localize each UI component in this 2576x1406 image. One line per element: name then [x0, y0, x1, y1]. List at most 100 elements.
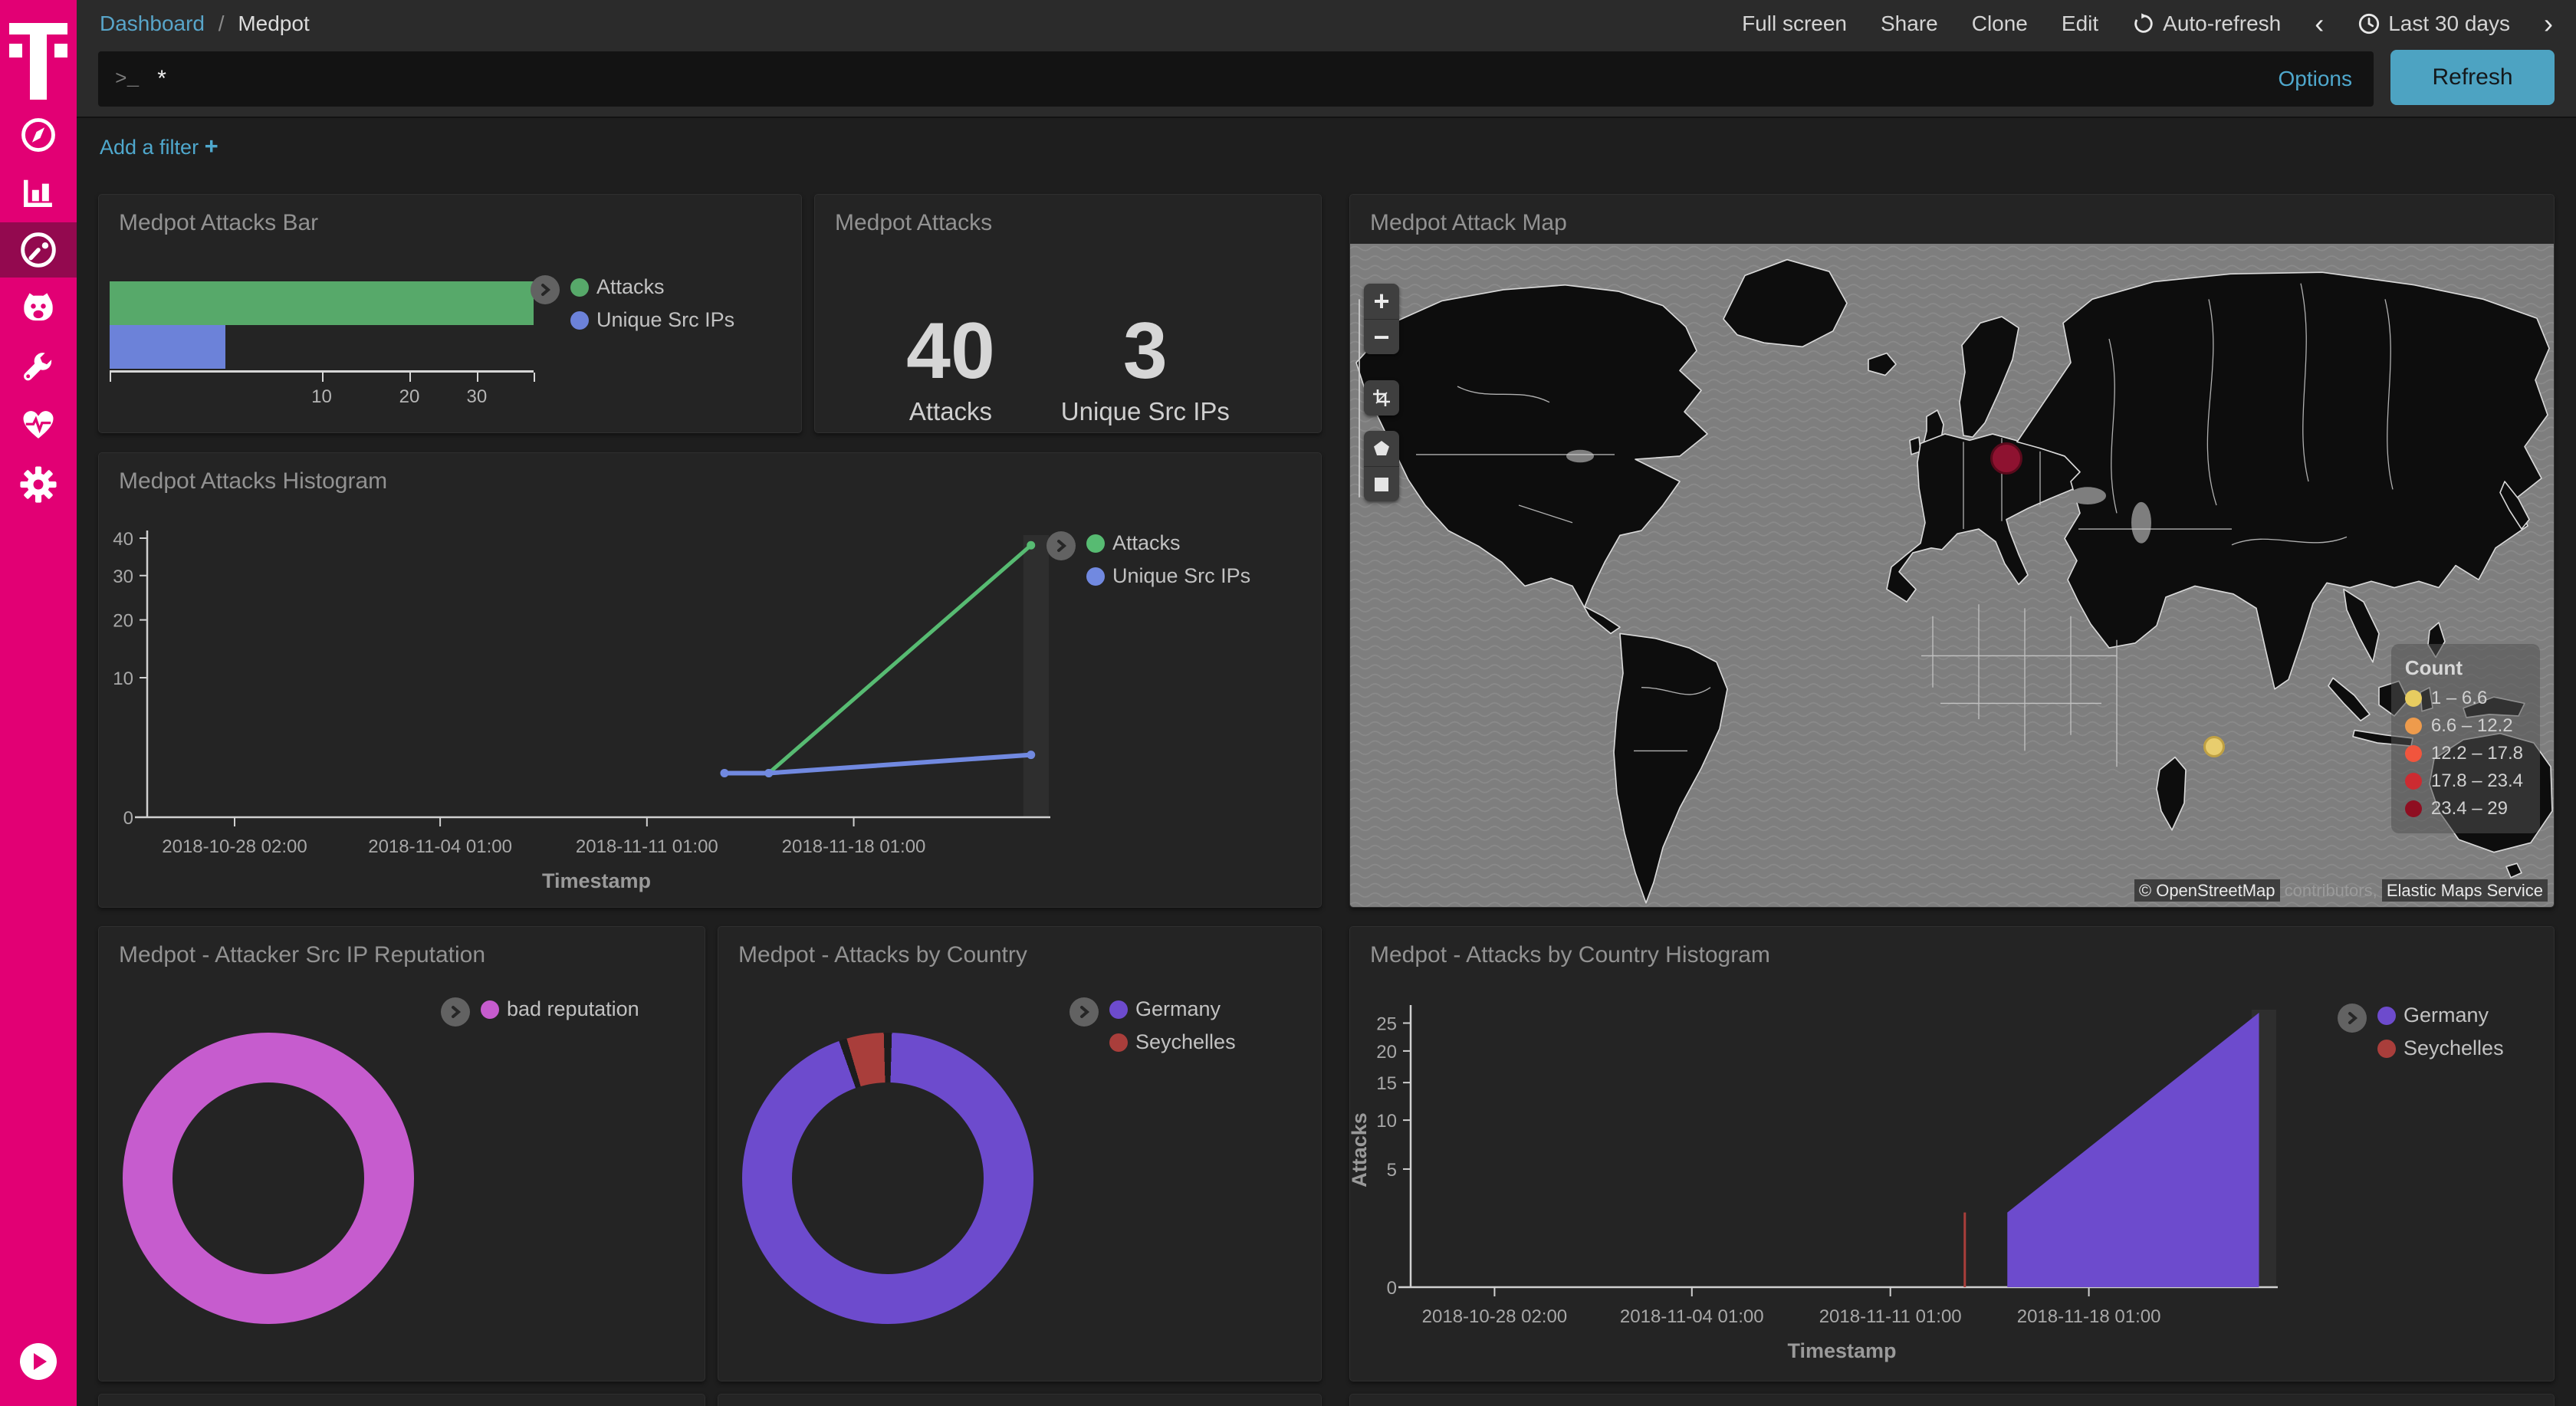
share-button[interactable]: Share — [1881, 11, 1938, 36]
square-icon — [1372, 475, 1391, 494]
compass-icon — [18, 115, 58, 155]
search-query-value: * — [157, 66, 166, 92]
legend-row: 6.6 – 12.2 — [2405, 715, 2523, 737]
svg-text:2018-10-28 02:00: 2018-10-28 02:00 — [1422, 1306, 1568, 1327]
legend-collapse-button[interactable] — [1046, 531, 1076, 560]
legend: Attacks Unique Src IPs — [1046, 531, 1250, 588]
add-filter-link[interactable]: Add a filter + — [100, 133, 219, 160]
attack-dot[interactable] — [2203, 736, 2225, 757]
time-back-button[interactable]: ‹ — [2315, 10, 2324, 38]
time-range-button[interactable]: Last 30 days — [2358, 11, 2510, 36]
legend-item-attacks[interactable]: Attacks — [1086, 531, 1250, 555]
legend-dot — [2405, 745, 2422, 762]
kibana-dashboard: Dashboard / Medpot Full screen Share Clo… — [0, 0, 2576, 1406]
breadcrumb-dashboard-link[interactable]: Dashboard — [100, 11, 205, 35]
panel-title: Medpot Attacks Bar — [119, 210, 318, 236]
sidebar-item-dashboard[interactable] — [0, 222, 77, 278]
map-attribution: © OpenStreetMap contributors, Elastic Ma… — [2134, 881, 2548, 901]
map-count-legend: Count 1 – 6.6 6.6 – 12.2 12.2 – 17.8 17.… — [2391, 644, 2540, 833]
legend: Attacks Unique Src IPs — [531, 275, 734, 332]
edit-button[interactable]: Edit — [2062, 11, 2098, 36]
fit-data-bounds-button[interactable] — [1364, 380, 1399, 416]
timelion-icon — [18, 287, 58, 327]
panel-attacks-metric: Medpot Attacks 40 Attacks 3 Unique Src I… — [814, 194, 1322, 433]
legend-collapse-button[interactable] — [441, 997, 470, 1027]
legend-row: 1 – 6.6 — [2405, 688, 2523, 709]
legend-title: Count — [2405, 656, 2523, 680]
x-tick-label: 20 — [399, 386, 420, 408]
query-prompt-icon: >_ — [115, 67, 139, 90]
chevron-right-icon — [2344, 1010, 2360, 1026]
gear-icon — [18, 465, 58, 504]
search-input[interactable]: >_ * Options — [98, 51, 2374, 107]
refresh-cycle-icon — [2132, 12, 2155, 35]
legend: bad reputation — [441, 997, 639, 1027]
country-area-chart[interactable]: 05101520252018-10-28 02:002018-11-04 01:… — [1350, 927, 2555, 1381]
legend-dot — [570, 278, 589, 297]
panel-attack-map: Medpot Attack Map — [1349, 194, 2555, 908]
options-link[interactable]: Options — [2279, 67, 2353, 91]
zoom-out-button[interactable]: − — [1364, 319, 1399, 354]
x-tick-label: 10 — [311, 386, 332, 408]
time-forward-button[interactable]: › — [2544, 10, 2553, 38]
legend: Germany Seychelles — [2338, 1004, 2504, 1060]
legend-item-attacks[interactable]: Attacks — [570, 275, 734, 299]
legend-row: 17.8 – 23.4 — [2405, 770, 2523, 792]
chevron-right-icon — [1053, 538, 1069, 554]
legend-dot — [481, 1000, 499, 1019]
sidebar-item-discover[interactable] — [0, 107, 77, 163]
svg-text:0: 0 — [1387, 1278, 1397, 1299]
clone-button[interactable]: Clone — [1972, 11, 2028, 36]
bar-unique-src-ips[interactable] — [110, 325, 225, 369]
refresh-button[interactable]: Refresh — [2390, 50, 2555, 105]
sidebar-item-management[interactable] — [0, 457, 77, 512]
sidebar-item-timelion[interactable] — [0, 280, 77, 335]
panel-title: Medpot - Attacks by Country — [738, 942, 1027, 968]
legend-collapse-button[interactable] — [1070, 997, 1099, 1027]
world-map-tiles — [1350, 244, 2554, 907]
osm-link[interactable]: © OpenStreetMap — [2134, 879, 2280, 902]
legend-collapse-button[interactable] — [2338, 1004, 2367, 1033]
svg-text:25: 25 — [1376, 1014, 1397, 1035]
ems-link[interactable]: Elastic Maps Service — [2382, 879, 2548, 902]
sidebar-collapse-button[interactable] — [20, 1343, 57, 1380]
legend-dot — [1086, 534, 1105, 553]
wrench-icon — [18, 347, 58, 387]
metric-unique-src-ips: 3 Unique Src IPs — [1061, 311, 1230, 426]
attacks-line-chart[interactable]: 0102030402018-10-28 02:002018-11-04 01:0… — [99, 453, 1322, 908]
world-map[interactable] — [1350, 244, 2554, 907]
zoom-in-button[interactable]: + — [1364, 284, 1399, 319]
legend-item-seychelles[interactable]: Seychelles — [1109, 1030, 1236, 1054]
svg-text:20: 20 — [113, 611, 133, 632]
svg-text:Attacks: Attacks — [1350, 1112, 1371, 1188]
sidebar-item-devtools[interactable] — [0, 340, 77, 395]
full-screen-button[interactable]: Full screen — [1742, 11, 1847, 36]
legend-item-germany[interactable]: Germany — [1109, 997, 1236, 1021]
legend-dot — [2377, 1040, 2396, 1058]
reputation-donut-chart[interactable] — [123, 1033, 414, 1324]
legend-item-unique-src-ips[interactable]: Unique Src IPs — [1086, 564, 1250, 588]
attacks-bar-chart[interactable] — [110, 281, 534, 369]
draw-polygon-button[interactable] — [1364, 431, 1399, 466]
filter-bar: Add a filter + — [77, 120, 2576, 173]
attack-dot[interactable] — [1990, 442, 2022, 475]
breadcrumb-separator: / — [219, 11, 225, 35]
legend-item-bad-reputation[interactable]: bad reputation — [481, 997, 639, 1021]
svg-text:15: 15 — [1376, 1073, 1397, 1094]
panel-attacks-histogram: Medpot Attacks Histogram 0102030402018-1… — [98, 452, 1322, 908]
draw-rectangle-button[interactable] — [1364, 466, 1399, 501]
panel-title: Medpot Attack Map — [1370, 210, 1567, 236]
svg-text:Timestamp: Timestamp — [1787, 1339, 1896, 1362]
legend-item-unique-src-ips[interactable]: Unique Src IPs — [570, 308, 734, 332]
legend-dot — [1086, 567, 1105, 586]
legend-item-germany[interactable]: Germany — [2377, 1004, 2504, 1027]
panel-country-histogram: Medpot - Attacks by Country Histogram 05… — [1349, 926, 2555, 1381]
sidebar-item-monitoring[interactable] — [0, 397, 77, 452]
legend-item-seychelles[interactable]: Seychelles — [2377, 1036, 2504, 1060]
country-donut-chart[interactable] — [742, 1033, 1033, 1324]
auto-refresh-button[interactable]: Auto-refresh — [2132, 11, 2281, 36]
metric-value: 3 — [1061, 311, 1230, 391]
bar-attacks[interactable] — [110, 281, 534, 325]
legend-collapse-button[interactable] — [531, 275, 560, 304]
sidebar-item-visualize[interactable] — [0, 165, 77, 220]
